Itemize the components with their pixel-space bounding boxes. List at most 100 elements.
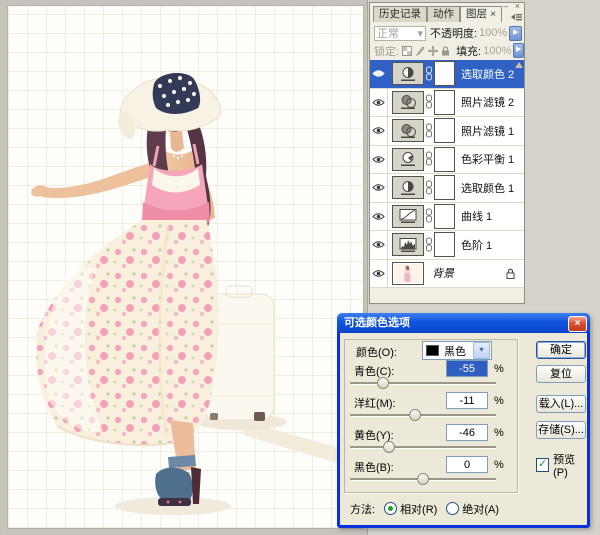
layer-name[interactable]: 背景 bbox=[432, 265, 454, 281]
layer-row-color-balance-1[interactable]: 色彩平衡 1 bbox=[370, 146, 524, 175]
layer-mask-thumbnail[interactable] bbox=[434, 175, 455, 200]
layer-name[interactable]: 选取颜色 2 bbox=[461, 66, 514, 82]
layer-row-background[interactable]: 背景 bbox=[370, 260, 524, 289]
fill-value[interactable]: 100% bbox=[483, 45, 511, 57]
cyan-value[interactable]: -55 bbox=[446, 360, 488, 377]
chevron-down-icon[interactable]: ▾ bbox=[473, 342, 490, 359]
opacity-value[interactable]: 100% bbox=[479, 27, 507, 39]
tab-close-icon[interactable]: × bbox=[490, 8, 496, 20]
opacity-arrow-icon[interactable]: ▶ bbox=[509, 26, 522, 41]
tab-layers[interactable]: 图层× bbox=[460, 6, 502, 22]
link-icon[interactable] bbox=[425, 151, 433, 167]
black-value[interactable]: 0 bbox=[446, 456, 488, 473]
eye-icon[interactable] bbox=[372, 240, 385, 249]
selective-color-icon[interactable] bbox=[392, 176, 424, 199]
radio-icon[interactable] bbox=[446, 502, 459, 515]
curves-icon[interactable] bbox=[392, 205, 424, 228]
magenta-value[interactable]: -11 bbox=[446, 392, 488, 409]
layer-row-curves-1[interactable]: 曲线 1 bbox=[370, 203, 524, 232]
ok-button[interactable]: 确定 bbox=[536, 341, 586, 359]
cyan-slider[interactable] bbox=[350, 377, 496, 388]
link-icon[interactable] bbox=[425, 180, 433, 196]
background-thumbnail[interactable] bbox=[392, 262, 424, 285]
link-icon[interactable] bbox=[425, 237, 433, 253]
magenta-slider[interactable] bbox=[350, 409, 496, 420]
link-icon[interactable] bbox=[425, 208, 433, 224]
dialog-close-icon[interactable]: × bbox=[568, 316, 587, 332]
yellow-slider-thumb[interactable] bbox=[383, 441, 395, 453]
dialog-body: 颜色(O): 黑色 ▾ 青色(C): -55 % 洋红(M): -11 % 黄色… bbox=[340, 333, 587, 525]
cyan-slider-thumb[interactable] bbox=[377, 377, 389, 389]
black-unit: % bbox=[494, 459, 504, 471]
yellow-slider[interactable] bbox=[350, 441, 496, 452]
layer-row-photo-filter-2[interactable]: 照片滤镜 2 bbox=[370, 89, 524, 118]
model-figure bbox=[30, 73, 221, 506]
dialog-title: 可选颜色选项 bbox=[344, 317, 410, 329]
reset-button[interactable]: 复位 bbox=[536, 365, 586, 383]
eye-icon[interactable] bbox=[372, 69, 385, 78]
blend-mode-select[interactable]: 正常▾ bbox=[374, 26, 426, 41]
lock-pixels-icon[interactable] bbox=[415, 46, 425, 56]
layer-name[interactable]: 选取颜色 1 bbox=[461, 180, 514, 196]
dialog-titlebar[interactable]: 可选颜色选项 × bbox=[337, 313, 590, 333]
layer-mask-thumbnail[interactable] bbox=[434, 204, 455, 229]
load-button[interactable]: 载入(L)... bbox=[536, 395, 586, 413]
levels-icon[interactable] bbox=[392, 233, 424, 256]
radio-selected-icon[interactable] bbox=[384, 502, 397, 515]
preview-option[interactable]: ✓ 预览(P) bbox=[536, 451, 587, 479]
layer-mask-thumbnail[interactable] bbox=[434, 61, 455, 86]
color-select[interactable]: 黑色 ▾ bbox=[422, 341, 492, 360]
tab-history[interactable]: 历史记录 bbox=[373, 6, 427, 22]
layer-row-selective-color-2[interactable]: 选取颜色 2 bbox=[370, 60, 524, 89]
layer-name[interactable]: 照片滤镜 2 bbox=[461, 94, 514, 110]
method-absolute-option[interactable]: 绝对(A) bbox=[446, 501, 499, 517]
photo-filter-icon[interactable] bbox=[392, 119, 424, 142]
layer-name[interactable]: 色阶 1 bbox=[461, 237, 492, 253]
method-label: 方法: bbox=[350, 501, 375, 517]
lock-row: 锁定: 填充: 100% ▶ bbox=[370, 42, 524, 59]
yellow-value[interactable]: -46 bbox=[446, 424, 488, 441]
layer-row-photo-filter-1[interactable]: 照片滤镜 1 bbox=[370, 117, 524, 146]
layer-mask-thumbnail[interactable] bbox=[434, 147, 455, 172]
lock-transparency-icon[interactable] bbox=[402, 46, 412, 56]
photo-filter-icon[interactable] bbox=[392, 91, 424, 114]
photo-illustration bbox=[8, 6, 363, 528]
layer-name[interactable]: 色彩平衡 1 bbox=[461, 151, 514, 167]
black-slider[interactable] bbox=[350, 473, 496, 484]
selective-color-icon[interactable] bbox=[392, 62, 424, 85]
panel-menu-icon[interactable] bbox=[510, 11, 523, 23]
eye-icon[interactable] bbox=[372, 98, 385, 107]
blend-mode-row: 正常▾ 不透明度: 100% ▶ bbox=[370, 24, 524, 42]
tab-actions[interactable]: 动作 bbox=[427, 6, 460, 22]
layer-mask-thumbnail[interactable] bbox=[434, 118, 455, 143]
color-balance-icon[interactable] bbox=[392, 148, 424, 171]
layer-row-levels-1[interactable]: 色阶 1 bbox=[370, 231, 524, 260]
lock-all-icon[interactable] bbox=[441, 46, 450, 56]
eye-icon[interactable] bbox=[372, 183, 385, 192]
fill-arrow-icon[interactable]: ▶ bbox=[513, 43, 524, 58]
layer-mask-thumbnail[interactable] bbox=[434, 232, 455, 257]
link-icon[interactable] bbox=[425, 94, 433, 110]
eye-icon[interactable] bbox=[372, 269, 385, 278]
link-icon[interactable] bbox=[425, 123, 433, 139]
color-label: 颜色(O): bbox=[356, 344, 397, 360]
save-button[interactable]: 存储(S)... bbox=[536, 421, 586, 439]
lock-position-icon[interactable] bbox=[428, 46, 438, 56]
eye-icon[interactable] bbox=[372, 126, 385, 135]
layer-row-selective-color-1[interactable]: 选取颜色 1 bbox=[370, 174, 524, 203]
selective-color-dialog: 可选颜色选项 × 颜色(O): 黑色 ▾ 青色(C): -55 % 洋红(M):… bbox=[337, 313, 590, 528]
magenta-slider-thumb[interactable] bbox=[409, 409, 421, 421]
layer-mask-thumbnail[interactable] bbox=[434, 90, 455, 115]
scroll-arrow-icon[interactable] bbox=[515, 62, 523, 68]
method-row: 方法: 相对(R) 绝对(A) bbox=[350, 501, 499, 517]
checkbox-checked-icon[interactable]: ✓ bbox=[536, 458, 549, 472]
layer-name[interactable]: 照片滤镜 1 bbox=[461, 123, 514, 139]
method-relative-option[interactable]: 相对(R) bbox=[384, 501, 437, 517]
chevron-down-icon: ▾ bbox=[417, 27, 423, 40]
eye-icon[interactable] bbox=[372, 212, 385, 221]
eye-icon[interactable] bbox=[372, 155, 385, 164]
link-icon[interactable] bbox=[425, 66, 433, 82]
layer-name[interactable]: 曲线 1 bbox=[461, 208, 492, 224]
black-slider-thumb[interactable] bbox=[417, 473, 429, 485]
layers-panel: – × 历史记录 动作 图层× 正常▾ 不透明度: 100% ▶ 锁定: 填充:… bbox=[369, 2, 525, 304]
